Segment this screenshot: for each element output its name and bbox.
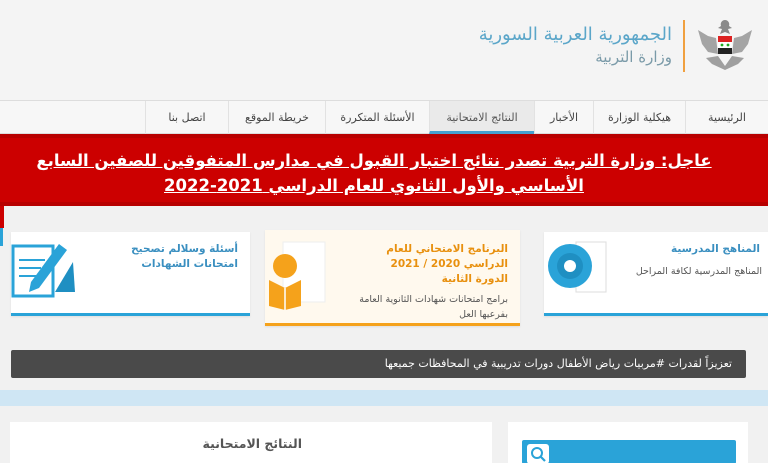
nav-item-exam-results[interactable]: النتائج الامتحانية	[429, 101, 534, 134]
card-exam-questions[interactable]: أسئلة وسلالم تصحيح امتحانات الشهادات	[11, 232, 250, 316]
exam-results-panel-title: النتائج الامتحانية	[202, 436, 302, 451]
urgent-label: عاجل:	[660, 151, 712, 170]
pencil-paper-icon	[11, 244, 75, 298]
exam-results-panel: النتائج الامتحانية	[10, 422, 492, 463]
main-nav: الرئيسية هيكلية الوزارة الأخبار النتائج …	[0, 100, 768, 134]
search-panel	[508, 422, 748, 463]
ticker-text[interactable]: تعزيزاً لقدرات #مربيات رياض الأطفال دورا…	[385, 350, 732, 378]
site-header: الجمهورية العربية السورية وزارة التربية	[0, 0, 768, 100]
urgent-headline: وزارة التربية تصدر نتائج اختبار القبول ف…	[36, 151, 656, 195]
search-icon	[531, 447, 546, 462]
eagle-emblem-icon[interactable]	[694, 14, 756, 76]
disc-icon	[548, 241, 607, 293]
header-divider	[683, 20, 685, 72]
card-curricula-title[interactable]: المناهج المدرسية	[620, 242, 760, 257]
news-ticker[interactable]: تعزيزاً لقدرات #مربيات رياض الأطفال دورا…	[11, 350, 746, 378]
urgent-news-link[interactable]: عاجل: وزارة التربية تصدر نتائج اختبار ال…	[4, 148, 744, 198]
card-curricula[interactable]: المناهج المدرسية المناهج المدرسية لكافة …	[544, 232, 768, 316]
nav-item-news[interactable]: الأخبار	[534, 101, 593, 134]
book-reader-icon	[269, 241, 326, 310]
nav-item-faq[interactable]: الأسئلة المتكررة	[325, 101, 429, 134]
search-box[interactable]	[522, 440, 736, 463]
card-curricula-text: المناهج المدرسية لكافة المراحل	[635, 266, 762, 277]
nav-item-sitemap[interactable]: خريطة الموقع	[228, 101, 325, 134]
nav-item-home[interactable]: الرئيسية	[685, 101, 768, 134]
card-exam-program-title[interactable]: البرنامج الامتحاني للعام الدراسي 2020 / …	[358, 242, 508, 287]
urgent-news-banner: عاجل: وزارة التربية تصدر نتائج اختبار ال…	[0, 134, 768, 206]
ministry-name: وزارة التربية	[595, 48, 672, 66]
card-exam-questions-title[interactable]: أسئلة وسلالم تصحيح امتحانات الشهادات	[88, 242, 238, 272]
left-edge-accent-blue	[0, 228, 3, 246]
card-exam-program-text: برامج امتحانات شهادات الثانوية العامة بف…	[359, 294, 508, 320]
left-edge-accent	[0, 206, 4, 228]
section-divider-band	[0, 390, 768, 406]
card-exam-program[interactable]: البرنامج الامتحاني للعام الدراسي 2020 / …	[265, 230, 520, 326]
government-title: الجمهورية العربية السورية	[478, 24, 672, 45]
nav-item-structure[interactable]: هيكلية الوزارة	[593, 101, 685, 134]
search-button[interactable]	[527, 444, 549, 463]
nav-item-contact[interactable]: اتصل بنا	[145, 101, 228, 134]
